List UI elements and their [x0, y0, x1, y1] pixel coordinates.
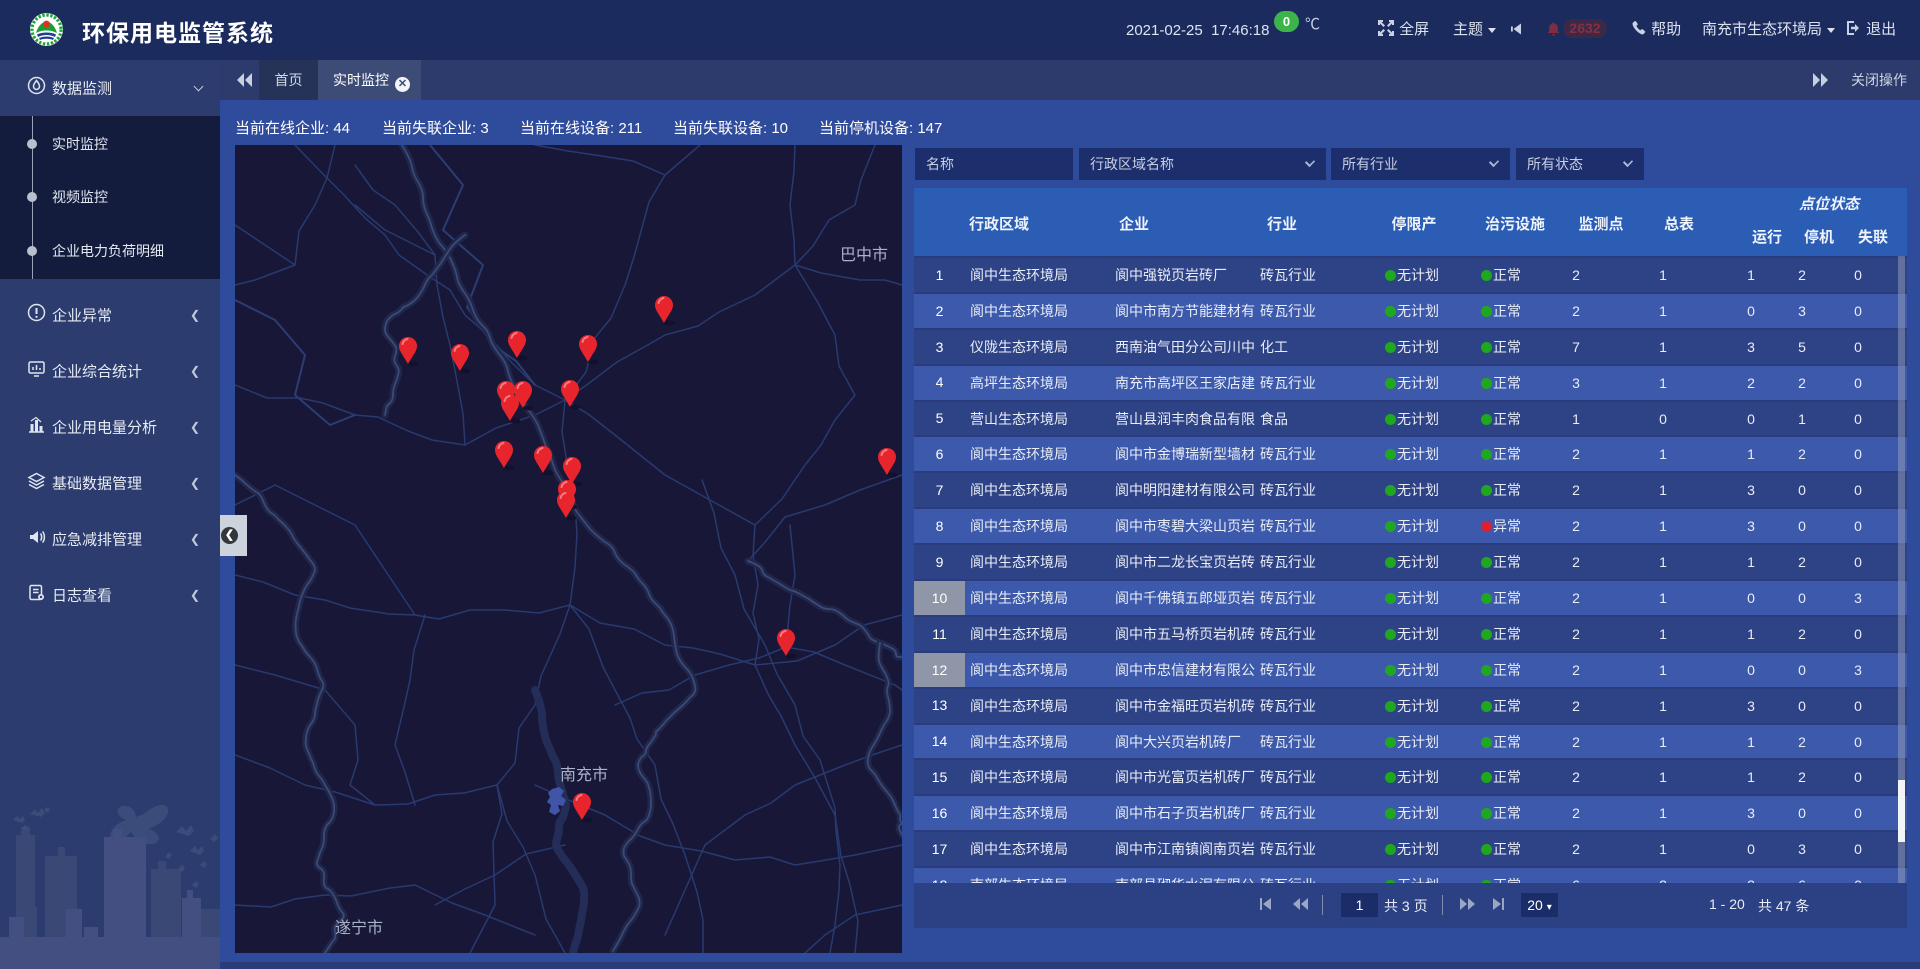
svg-text:南充市: 南充市 [560, 766, 608, 784]
svg-text:遂宁市: 遂宁市 [335, 919, 383, 937]
svg-text:巴中市: 巴中市 [840, 246, 888, 264]
